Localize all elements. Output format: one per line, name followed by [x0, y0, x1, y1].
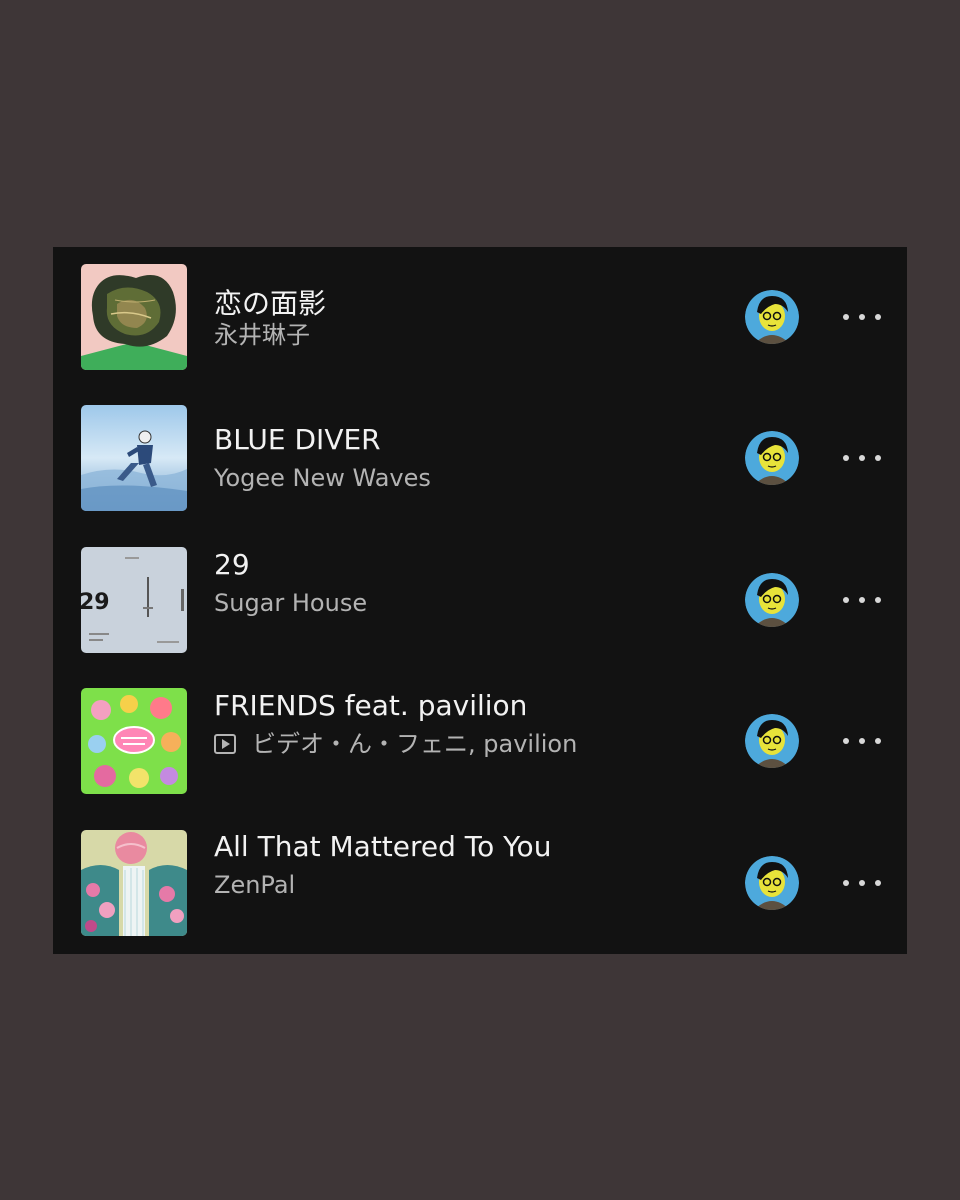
cover-text: 29 — [81, 590, 110, 615]
track-artist: ZenPal — [214, 871, 296, 899]
track-row[interactable]: BLUE DIVER Yogee New Waves — [53, 388, 907, 511]
track-row[interactable]: 29 29 Sugar House — [53, 530, 907, 653]
cartoon-avatar-icon — [745, 431, 799, 485]
album-art-green-pink-icon — [81, 264, 187, 370]
more-options-button[interactable] — [841, 444, 883, 472]
track-row[interactable]: 恋の面影 永井琳子 — [53, 247, 907, 370]
cartoon-avatar-icon — [745, 714, 799, 768]
more-options-button[interactable] — [841, 869, 883, 897]
track-list: 恋の面影 永井琳子 BLUE DIVER Yogee New Waves 29 … — [53, 247, 907, 954]
track-title: FRIENDS feat. pavilion — [214, 689, 528, 722]
more-options-button[interactable] — [841, 727, 883, 755]
added-by-avatar[interactable] — [745, 856, 799, 910]
track-artist: Yogee New Waves — [214, 464, 431, 492]
album-art[interactable]: 29 — [81, 547, 187, 653]
album-art[interactable] — [81, 405, 187, 511]
album-art-waterfall-icon — [81, 830, 187, 936]
more-icon — [843, 880, 849, 886]
album-art[interactable] — [81, 830, 187, 936]
track-title: 29 — [214, 548, 250, 581]
added-by-avatar[interactable] — [745, 573, 799, 627]
track-row[interactable]: FRIENDS feat. pavilion ビデオ・ん・フェニ, pavili… — [53, 671, 907, 794]
more-icon — [843, 597, 849, 603]
track-title: 恋の面影 — [214, 287, 327, 320]
track-artist: Sugar House — [214, 589, 368, 617]
cartoon-avatar-icon — [745, 573, 799, 627]
album-art-sky-diver-icon — [81, 405, 187, 511]
album-art-grey-29-icon: 29 — [81, 547, 187, 653]
added-by-avatar[interactable] — [745, 431, 799, 485]
more-options-button[interactable] — [841, 586, 883, 614]
track-artist: 永井琳子 — [214, 321, 310, 349]
album-art[interactable] — [81, 264, 187, 370]
more-icon — [843, 455, 849, 461]
added-by-avatar[interactable] — [745, 290, 799, 344]
track-title: All That Mattered To You — [214, 830, 552, 863]
album-art-green-cartoon-icon — [81, 688, 187, 794]
added-by-avatar[interactable] — [745, 714, 799, 768]
cartoon-avatar-icon — [745, 856, 799, 910]
track-row[interactable]: All That Mattered To You ZenPal — [53, 813, 907, 936]
track-title: BLUE DIVER — [214, 423, 381, 456]
cartoon-avatar-icon — [745, 290, 799, 344]
more-icon — [843, 738, 849, 744]
more-options-button[interactable] — [841, 303, 883, 331]
track-artist: ビデオ・ん・フェニ, pavilion — [252, 730, 578, 758]
more-icon — [843, 314, 849, 320]
album-art[interactable] — [81, 688, 187, 794]
video-icon — [214, 734, 236, 754]
